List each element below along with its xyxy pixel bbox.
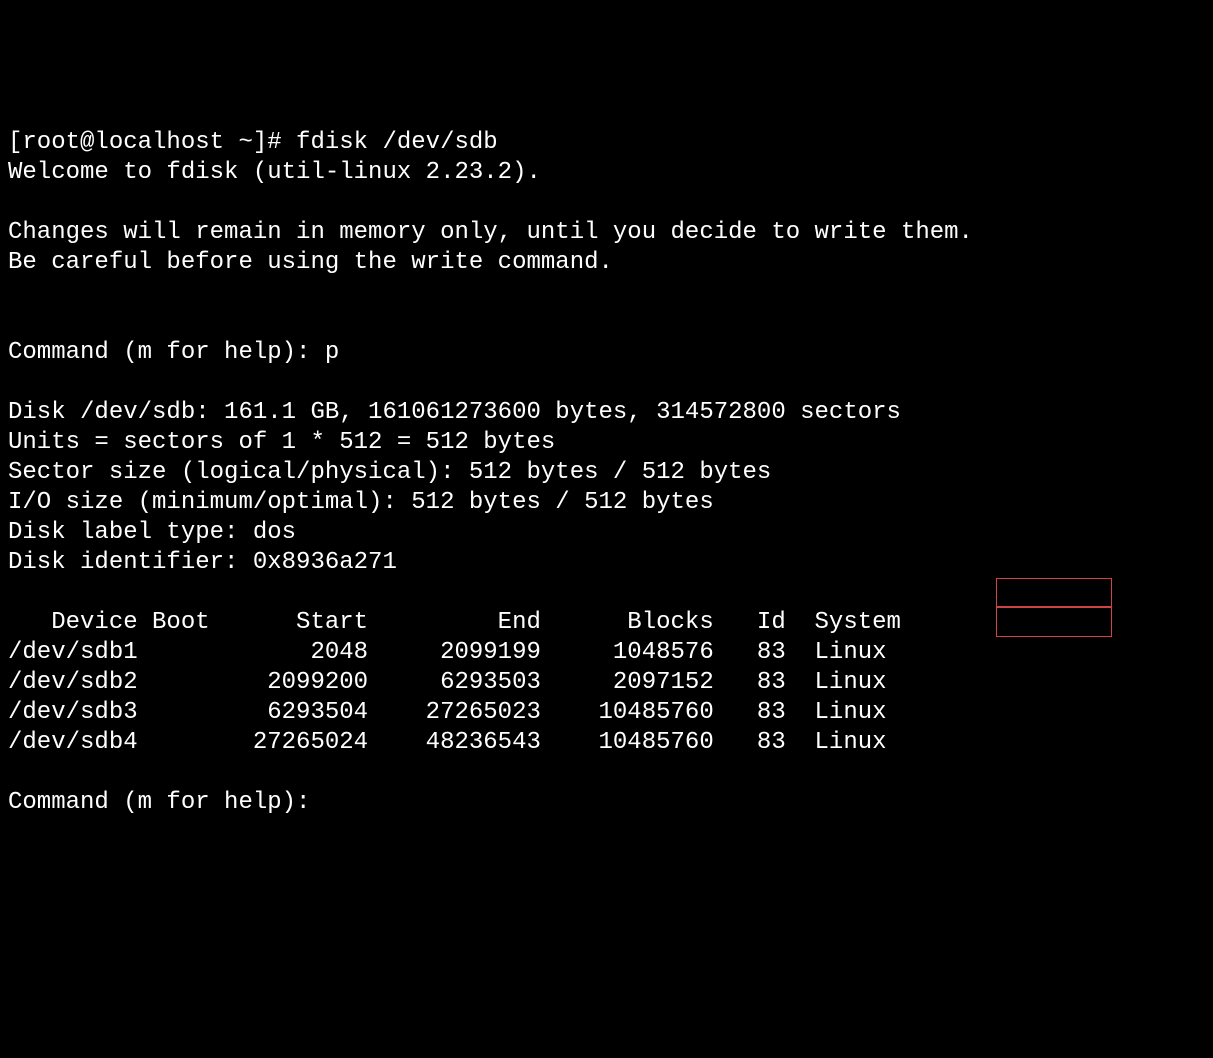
disk-info-line: Disk /dev/sdb: 161.1 GB, 161061273600 by… (8, 399, 901, 426)
io-size-line: I/O size (minimum/optimal): 512 bytes / … (8, 489, 714, 516)
table-row: /dev/sdb2 2099200 6293503 2097152 83 Lin… (8, 669, 887, 696)
warning-line-2: Be careful before using the write comman… (8, 249, 613, 276)
disk-label-line: Disk label type: dos (8, 519, 296, 546)
disk-units-line: Units = sectors of 1 * 512 = 512 bytes (8, 429, 555, 456)
welcome-line: Welcome to fdisk (util-linux 2.23.2). (8, 159, 541, 186)
shell-command: fdisk /dev/sdb (296, 129, 498, 156)
partition-table-header: Device Boot Start End Blocks Id System (8, 609, 901, 636)
table-row: /dev/sdb1 2048 2099199 1048576 83 Linux (8, 639, 887, 666)
warning-line-1: Changes will remain in memory only, unti… (8, 219, 973, 246)
terminal-output[interactable]: [root@localhost ~]# fdisk /dev/sdb Welco… (8, 128, 1205, 818)
sector-size-line: Sector size (logical/physical): 512 byte… (8, 459, 771, 486)
shell-prompt: [root@localhost ~]# (8, 129, 296, 156)
fdisk-command-input: p (325, 339, 339, 366)
disk-identifier-line: Disk identifier: 0x8936a271 (8, 549, 397, 576)
fdisk-prompt[interactable]: Command (m for help): (8, 789, 325, 816)
table-row: /dev/sdb3 6293504 27265023 10485760 83 L… (8, 699, 887, 726)
fdisk-prompt: Command (m for help): (8, 339, 325, 366)
table-row: /dev/sdb4 27265024 48236543 10485760 83 … (8, 729, 887, 756)
